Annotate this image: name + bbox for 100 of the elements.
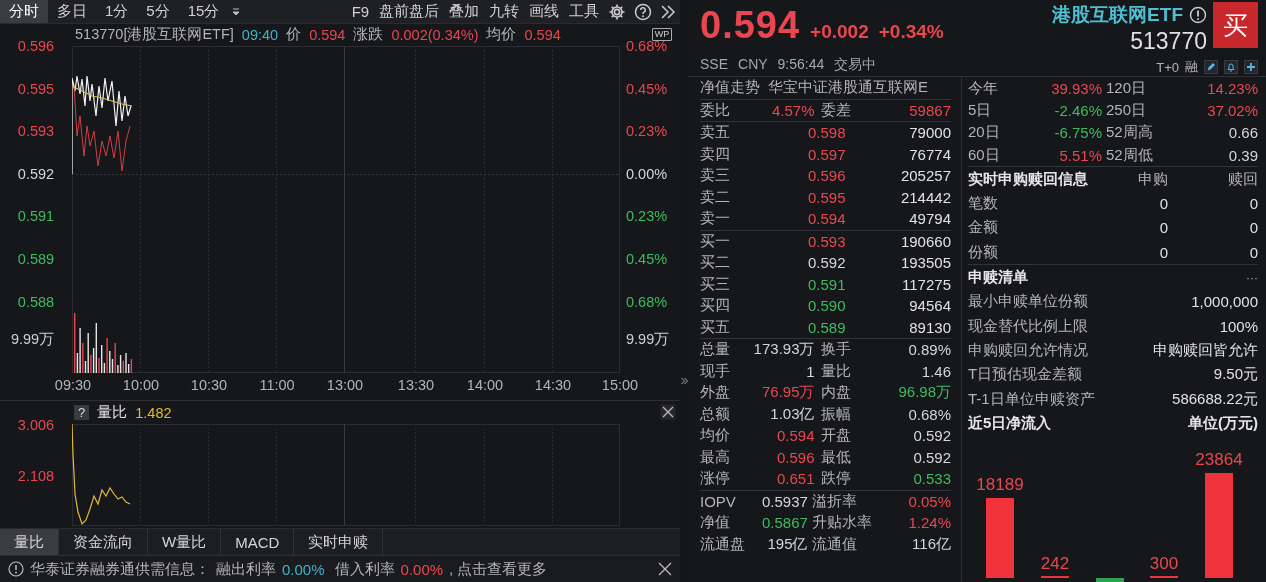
table-cell-text: 0 [1158, 195, 1168, 213]
toolbar-button[interactable]: 叠加 [444, 0, 485, 23]
row-value: 申购赎回皆允许 [1153, 340, 1258, 360]
lend-rate-value: 0.00% [282, 560, 325, 578]
more-button[interactable]: ··· [1246, 270, 1258, 285]
volume-axis-label: 9.99万 [10, 330, 55, 347]
fund-code: 513770 [1130, 28, 1207, 54]
indicator-axis-label: 3.006 [17, 417, 55, 434]
ask-level: 卖三 [700, 166, 731, 186]
stat-label: 均价 [700, 426, 731, 446]
bar-value: 300 [1149, 554, 1179, 574]
help-icon[interactable] [634, 2, 653, 21]
stat-value: 0.5867 [762, 514, 808, 532]
bid-volume: 117275 [901, 275, 951, 293]
bid-volume: 89130 [908, 318, 951, 336]
stat-label: 最低 [820, 447, 852, 467]
table-cell-text: 0 [1158, 243, 1168, 261]
time-axis-label: 14:00 [465, 376, 505, 393]
price-axis-label: 0.593 [17, 123, 55, 140]
view-more-link[interactable]: , 点击查看更多 [449, 559, 548, 579]
period-return: 37.02% [1206, 101, 1258, 119]
bid-level: 买二 [700, 253, 731, 273]
stat-value: 1.03亿 [769, 404, 815, 424]
fund-name: 港股互联网ETF [1052, 3, 1183, 27]
stat-label: 振幅 [820, 404, 852, 424]
change-label: 涨跌 [353, 25, 384, 45]
toolbar-button[interactable]: 画线 [524, 0, 565, 23]
period-label: 今年 [968, 78, 999, 98]
bid-price: 0.590 [806, 297, 846, 315]
row-label: T日预估现金差额 [968, 365, 1084, 385]
stat-label: 最高 [700, 447, 731, 467]
period-return: 14.23% [1206, 79, 1258, 97]
price-value: 0.594 [309, 26, 346, 43]
stat-label: 流通盘 [700, 534, 746, 554]
period-tab[interactable]: 多日 [48, 0, 96, 23]
bar-value: 242 [1040, 554, 1070, 574]
row-label: 金额 [968, 218, 999, 238]
toolbar-button[interactable]: 工具 [564, 0, 605, 23]
ask-volume: 76774 [908, 145, 951, 163]
bid-price: 0.589 [806, 318, 846, 336]
toolbar-button[interactable]: F9 [346, 0, 375, 23]
stat-value: 0.68% [907, 405, 951, 423]
stat-value: 0.533 [912, 470, 951, 488]
settings-icon[interactable] [608, 2, 627, 21]
period-tab[interactable]: 1分 [96, 0, 138, 23]
wp-button[interactable]: WP [651, 28, 673, 42]
buy-button[interactable]: 买 [1213, 2, 1258, 48]
help-button[interactable]: ? [74, 405, 90, 421]
time-axis-label: 15:00 [600, 376, 640, 393]
toolbar-button[interactable]: 盘前盘后 [374, 0, 445, 23]
ask-price: 0.597 [806, 145, 846, 163]
ask-volume: 79000 [908, 124, 951, 142]
table-cell-text: 0 [1248, 243, 1258, 261]
ask-volume: 214442 [899, 188, 951, 206]
stat-value: 0.89% [907, 341, 951, 359]
toolbar-button[interactable]: 九转 [484, 0, 525, 23]
caret-icon[interactable] [232, 7, 241, 16]
edit-icon[interactable] [1204, 60, 1218, 74]
trading-status: 交易中 [834, 56, 877, 74]
stat-label: 现手 [700, 361, 731, 381]
info-icon[interactable] [1189, 6, 1207, 24]
indicator-name: 量比 [97, 403, 128, 423]
row-label: 现金替代比例上限 [968, 316, 1089, 336]
period-label: 20日 [968, 123, 1001, 143]
period-tab[interactable]: 5分 [137, 0, 179, 23]
change-value: 0.002(0.34%) [391, 26, 479, 43]
bid-level: 买一 [700, 231, 731, 251]
double-chevron-icon[interactable] [660, 4, 677, 19]
percent-axis-label: 0.68% [626, 293, 668, 310]
bid-volume: 193505 [899, 254, 951, 272]
notice-text: 华泰证券融券通供需信息： [30, 559, 210, 579]
bell-icon[interactable] [1224, 60, 1238, 74]
stat-value: 0.5937 [762, 492, 808, 510]
price-change: +0.002 [810, 21, 869, 43]
ask-volume: 49794 [908, 210, 951, 228]
period-return: 39.93% [1050, 79, 1102, 97]
period-return: -6.75% [1053, 124, 1102, 142]
stat-label: 内盘 [820, 383, 852, 403]
close-icon[interactable] [660, 404, 677, 421]
period-tab[interactable]: 15分 [178, 0, 229, 23]
row-label: T-1日单位申赎资产 [968, 389, 1096, 409]
indicator-tab[interactable]: 量比 [0, 529, 59, 556]
period-label: 120日 [1105, 78, 1148, 98]
ask-volume: 205257 [899, 167, 951, 185]
stat-value: 0.596 [775, 448, 815, 466]
close-icon[interactable] [658, 562, 673, 576]
add-icon[interactable] [1244, 60, 1258, 74]
row-value: 9.50元 [1213, 365, 1258, 385]
margin-tag: 融 [1185, 58, 1198, 76]
stat-value: 1 [805, 362, 815, 380]
price-axis-label: 0.589 [17, 250, 55, 267]
ask-level: 卖五 [700, 123, 731, 143]
average-label: 均价 [486, 25, 517, 45]
time-axis-label: 09:30 [53, 376, 93, 393]
nav-trend-label[interactable]: 净值走势 [700, 78, 760, 98]
table-cell-text: 0 [1248, 219, 1258, 237]
period-tab[interactable]: 分时 [0, 0, 48, 23]
stat-label: 量比 [820, 361, 852, 381]
time-axis-label: 11:00 [258, 376, 296, 393]
percent-axis-label: 0.23% [626, 208, 668, 225]
